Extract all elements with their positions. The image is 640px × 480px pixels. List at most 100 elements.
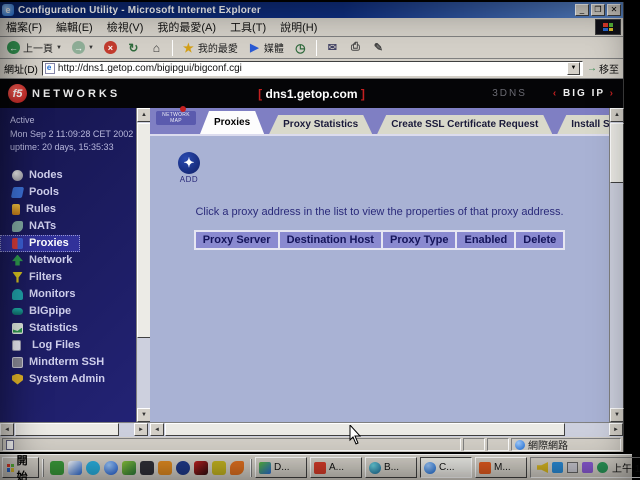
sidebar-item-filters[interactable]: Filters [0, 269, 150, 286]
taskbar-grip[interactable] [42, 459, 44, 477]
sidebar-item-system-admin[interactable]: System Admin [0, 371, 150, 388]
tab-create-ssl-certificate-request[interactable]: Create SSL Certificate Request [377, 115, 552, 134]
sidebar-item-log-files[interactable]: Log Files [0, 337, 150, 354]
scroll-down-icon[interactable]: ▼ [137, 408, 150, 422]
ie-window-icon: e [2, 4, 14, 16]
refresh-button[interactable]: ↻ [124, 40, 143, 55]
scroll-right-icon[interactable]: ► [134, 423, 148, 436]
taskbar-window-3[interactable]: B... [365, 457, 417, 478]
sidebar-horizontal-scrollbar[interactable]: ◄ ► [0, 422, 150, 437]
sidebar-item-pools[interactable]: Pools [0, 184, 150, 201]
tab-install-ssl-certificate[interactable]: Install SSL Certif [557, 115, 609, 134]
edit-button[interactable]: ✎ [369, 40, 388, 55]
volume-icon[interactable] [537, 462, 548, 473]
scroll-up-icon[interactable]: ▲ [610, 108, 624, 122]
desktop-screen: e Configuration Utility - Microsoft Inte… [0, 0, 640, 480]
scroll-left-icon[interactable]: ◄ [0, 423, 14, 436]
system-info: Active Mon Sep 2 11:09:28 CET 2002 uptim… [0, 108, 150, 159]
quick-launch-icon-5[interactable] [122, 461, 136, 475]
sidebar-item-rules[interactable]: Rules [0, 201, 150, 218]
sidebar-item-statistics[interactable]: Statistics [0, 320, 150, 337]
taskbar-window-label: D... [274, 462, 290, 473]
back-button[interactable]: ← 上一頁 ▼ [4, 39, 65, 56]
quick-launch-icon-8[interactable] [176, 461, 190, 475]
tab-proxy-statistics[interactable]: Proxy Statistics [269, 115, 372, 134]
menu-tools[interactable]: 工具(T) [230, 19, 266, 35]
scroll-left-icon[interactable]: ◄ [150, 423, 164, 436]
main-vertical-scrollbar[interactable]: ▲ ▼ [609, 108, 623, 422]
main-horizontal-scrollbar[interactable]: ◄ ► [150, 422, 623, 437]
status-panel [463, 438, 485, 451]
sidebar-item-bigpipe[interactable]: BIGpipe [0, 303, 150, 320]
sidebar-item-label: Pools [29, 186, 59, 198]
tab-proxies[interactable]: Proxies [200, 111, 264, 134]
stop-button[interactable]: × [101, 40, 120, 55]
taskbar-grip[interactable] [250, 459, 252, 477]
sidebar-item-nats[interactable]: NATs [0, 218, 150, 235]
go-label: 移至 [599, 61, 619, 76]
menu-file[interactable]: 檔案(F) [6, 19, 42, 35]
quick-launch-icon-2[interactable] [68, 461, 82, 475]
maximize-button[interactable]: ❐ [591, 4, 605, 16]
scroll-up-icon[interactable]: ▲ [137, 108, 150, 122]
tray-icon-network[interactable] [597, 462, 608, 473]
main-hscroll-thumb[interactable] [165, 423, 565, 436]
minimize-button[interactable]: _ [575, 4, 589, 16]
print-button[interactable]: ⎙ [346, 40, 365, 55]
close-button[interactable]: ✕ [607, 4, 621, 16]
start-label: 開始 [17, 452, 31, 480]
quick-launch-icon-7[interactable] [158, 461, 172, 475]
address-input[interactable]: http://dns1.getop.com/bigipgui/bigconf.c… [42, 61, 583, 76]
scroll-right-icon[interactable]: ► [609, 423, 623, 436]
menu-favorites[interactable]: 我的最愛(A) [157, 19, 216, 35]
forward-button[interactable]: → ▼ [69, 40, 97, 55]
network-map-button[interactable]: NETWORK MAP [156, 110, 196, 134]
sidebar-item-label: Statistics [29, 322, 78, 334]
mail-button[interactable]: ✉ [323, 40, 342, 55]
sidebar-vertical-scrollbar[interactable]: ▲ ▼ [136, 108, 150, 422]
scroll-down-icon[interactable]: ▼ [610, 408, 624, 422]
quick-launch-icon-11[interactable] [230, 461, 244, 475]
start-button[interactable]: 開始 [2, 457, 39, 478]
sidebar-item-label: NATs [29, 220, 56, 232]
main-scroll-thumb[interactable] [610, 123, 624, 183]
taskbar-window-1[interactable]: D... [255, 457, 307, 478]
sidebar-item-network[interactable]: Network [0, 252, 150, 269]
sidebar-item-monitors[interactable]: Monitors [0, 286, 150, 303]
sidebar-item-mindterm-ssh[interactable]: Mindterm SSH [0, 354, 150, 371]
taskbar-window-2[interactable]: A... [310, 457, 362, 478]
statistics-icon [12, 323, 23, 334]
quick-launch-icon-9[interactable] [194, 461, 208, 475]
address-dropdown-icon[interactable]: ▼ [567, 62, 580, 75]
taskbar-window-label: C... [439, 462, 455, 473]
menu-view[interactable]: 檢視(V) [107, 19, 144, 35]
favorites-button[interactable]: ★ 我的最愛 [179, 39, 241, 56]
quick-launch-icon-1[interactable] [50, 461, 64, 475]
address-url[interactable]: http://dns1.getop.com/bigipgui/bigconf.c… [58, 63, 564, 74]
media-button[interactable]: ▶ 媒體 [245, 39, 287, 56]
history-button[interactable]: ◷ [291, 40, 310, 55]
taskbar-window-label: M... [494, 462, 511, 473]
menu-help[interactable]: 說明(H) [280, 19, 317, 35]
forward-dropdown-icon[interactable]: ▼ [88, 45, 94, 51]
taskbar-window-4[interactable]: C... [420, 457, 472, 478]
quick-launch-icon-3[interactable] [86, 461, 100, 475]
sidebar-item-proxies[interactable]: Proxies [0, 235, 80, 252]
sidebar-hscroll-thumb[interactable] [15, 423, 119, 436]
sidebar-item-nodes[interactable]: Nodes [0, 167, 150, 184]
go-button[interactable]: → 移至 [587, 61, 619, 76]
tray-icon-display[interactable] [567, 462, 578, 473]
menu-edit[interactable]: 編輯(E) [56, 19, 93, 35]
tray-icon-messenger[interactable] [552, 462, 563, 473]
quick-launch-icon-10[interactable] [212, 461, 226, 475]
home-button[interactable]: ⌂ [147, 40, 166, 55]
internet-globe-icon [515, 440, 525, 450]
quick-launch-icon-6[interactable] [140, 461, 154, 475]
tray-icon-app[interactable] [582, 462, 593, 473]
proxy-table: Proxy Server Destination Host Proxy Type… [194, 230, 566, 250]
sidebar-scroll-thumb[interactable] [137, 123, 150, 338]
add-proxy-button[interactable]: ✦ ADD [172, 152, 206, 184]
taskbar-window-5[interactable]: M... [475, 457, 527, 478]
quick-launch-icon-4[interactable] [104, 461, 118, 475]
back-dropdown-icon[interactable]: ▼ [56, 45, 62, 51]
